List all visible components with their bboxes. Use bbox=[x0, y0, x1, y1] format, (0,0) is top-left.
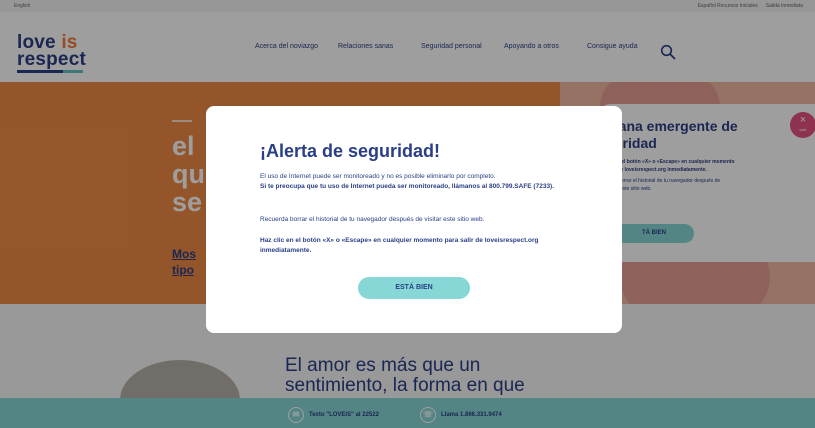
dialog-text-escape: Haz clic en el botón «X» o «Escape» en c… bbox=[260, 237, 539, 254]
dialog-paragraph-monitoring: El uso de Internet puede ser monitoreado… bbox=[260, 172, 585, 192]
dialog-title: ¡Alerta de seguridad! bbox=[260, 141, 441, 161]
dialog-text-monitoring: El uso de Internet puede ser monitoreado… bbox=[260, 173, 496, 180]
security-alert-dialog: ¡Alerta de seguridad! El uso de Internet… bbox=[206, 106, 622, 333]
ok-button[interactable]: ESTÁ BIEN bbox=[358, 277, 470, 299]
dialog-paragraph-escape: Haz clic en el botón «X» o «Escape» en c… bbox=[260, 236, 585, 256]
dialog-text-call: Si te preocupa que tu uso de Internet pu… bbox=[260, 183, 555, 190]
dialog-paragraph-history: Recuerda borrar el historial de tu naveg… bbox=[260, 216, 485, 223]
